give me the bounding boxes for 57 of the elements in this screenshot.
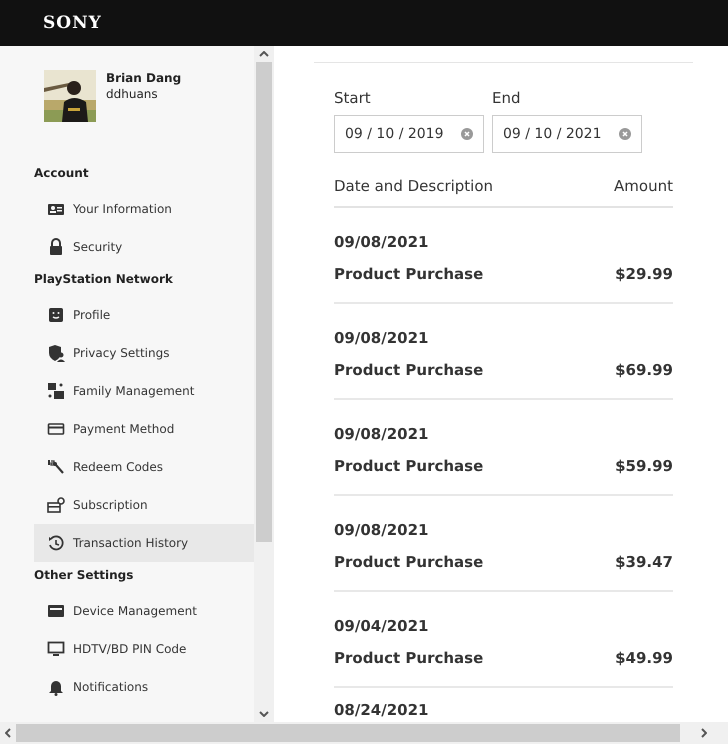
transaction-date: 09/08/2021 <box>334 328 430 348</box>
column-header: Date and Description <box>334 176 494 197</box>
sidebar-item[interactable]: Security <box>34 228 254 266</box>
transaction-date: 09/08/2021 <box>334 424 430 444</box>
scroll-left-icon[interactable] <box>5 728 11 738</box>
transaction-description: Product Purchase <box>334 456 484 476</box>
clear-icon[interactable] <box>619 128 631 140</box>
sidebar-item[interactable]: Privacy Settings <box>34 334 254 372</box>
transaction-amount: $39.47 <box>615 552 673 572</box>
number-key-icon <box>47 458 65 476</box>
sidebar-item[interactable]: Redeem Codes <box>34 448 254 486</box>
shield-person-icon <box>47 344 65 362</box>
sidebar-item[interactable]: Profile <box>34 296 254 334</box>
section-heading: PlayStation Network <box>33 271 174 288</box>
transaction-amount: $49.99 <box>615 648 673 668</box>
credit-card-icon <box>47 420 65 438</box>
transaction-description: Product Purchase <box>334 552 484 572</box>
transaction-description: Product Purchase <box>334 648 484 668</box>
date-field[interactable]: 09 / 10 / 2021 <box>492 115 642 153</box>
transaction-description: Product Purchase <box>334 264 484 284</box>
lock-icon <box>47 238 65 256</box>
sidebar-item[interactable]: Device Management <box>34 592 254 630</box>
clock-history-icon <box>47 534 65 552</box>
sidebar-item[interactable]: Subscription <box>34 486 254 524</box>
sidebar-item[interactable]: Notifications <box>34 668 254 706</box>
smiley-icon <box>47 306 65 324</box>
transaction-date: 09/08/2021 <box>334 520 430 540</box>
bell-icon <box>47 678 65 696</box>
monitor-icon <box>47 640 65 658</box>
username: ddhuans <box>106 86 159 102</box>
scroll-up-icon[interactable] <box>259 51 269 57</box>
field-label: Start <box>334 89 372 107</box>
clear-icon[interactable] <box>461 128 473 140</box>
section-heading: Account <box>33 165 90 182</box>
date-field[interactable]: 09 / 10 / 2019 <box>334 115 484 153</box>
sidebar-item[interactable]: HDTV/BD PIN Code <box>34 630 254 668</box>
field-label: End <box>492 89 522 107</box>
sidebar-item[interactable]: Payment Method <box>34 410 254 448</box>
transaction-date: 09/08/2021 <box>334 232 430 252</box>
sidebar-item[interactable]: Your Information <box>34 190 254 228</box>
column-header: Amount <box>614 176 673 197</box>
card-refresh-icon <box>47 496 65 514</box>
user-name: Brian Dang <box>106 70 182 86</box>
transaction-date: 08/24/2021 <box>334 700 430 720</box>
transaction-amount: $59.99 <box>615 456 673 476</box>
device-icon <box>47 602 65 620</box>
sidebar-item[interactable]: Family Management <box>34 372 254 410</box>
scroll-right-icon[interactable] <box>701 728 707 738</box>
transaction-date: 09/04/2021 <box>334 616 430 636</box>
transaction-amount: $69.99 <box>615 360 673 380</box>
family-grid-icon <box>47 382 65 400</box>
scroll-down-icon[interactable] <box>259 711 269 717</box>
transaction-amount: $29.99 <box>615 264 673 284</box>
sony-logo: SONY <box>43 13 102 33</box>
transaction-description: Product Purchase <box>334 360 484 380</box>
section-heading: Other Settings <box>33 567 134 584</box>
sidebar-item[interactable]: Transaction History <box>34 524 254 562</box>
